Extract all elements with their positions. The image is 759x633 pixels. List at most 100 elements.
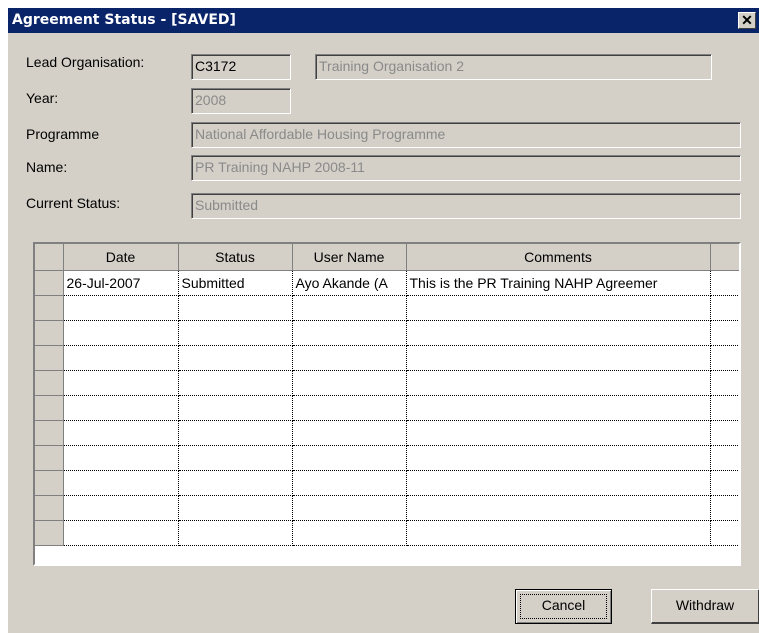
user-name-cell[interactable] bbox=[292, 395, 407, 421]
row-selector[interactable] bbox=[35, 320, 64, 346]
column-header-comments[interactable]: Comments bbox=[406, 244, 711, 271]
date-cell[interactable] bbox=[63, 370, 179, 396]
user-name-cell[interactable]: Ayo Akande (A bbox=[292, 270, 407, 296]
table-row[interactable] bbox=[35, 445, 739, 471]
table-row[interactable] bbox=[35, 395, 739, 421]
status-cell[interactable] bbox=[178, 370, 293, 396]
name-field[interactable]: PR Training NAHP 2008-11 bbox=[190, 154, 742, 182]
extra-cell bbox=[710, 420, 739, 446]
close-icon[interactable]: ✕ bbox=[738, 12, 756, 29]
status-cell[interactable] bbox=[178, 295, 293, 321]
grid-header-row: Date Status User Name Comments bbox=[35, 244, 739, 271]
agreement-status-dialog: Agreement Status - [SAVED] ✕ Lead Organi… bbox=[7, 8, 759, 633]
status-cell[interactable] bbox=[178, 345, 293, 371]
row-selector[interactable] bbox=[35, 445, 64, 471]
user-name-cell[interactable] bbox=[292, 420, 407, 446]
table-row[interactable] bbox=[35, 495, 739, 521]
table-row[interactable] bbox=[35, 520, 739, 546]
status-cell[interactable] bbox=[178, 470, 293, 496]
name-label: Name: bbox=[26, 159, 68, 175]
column-header-extra bbox=[710, 244, 739, 271]
user-name-cell[interactable] bbox=[292, 495, 407, 521]
user-name-cell[interactable] bbox=[292, 445, 407, 471]
row-selector[interactable] bbox=[35, 470, 64, 496]
status-history-grid[interactable]: Date Status User Name Comments 26-Jul-20… bbox=[33, 242, 741, 566]
row-selector[interactable] bbox=[35, 395, 64, 421]
table-row[interactable]: 26-Jul-2007 Submitted Ayo Akande (A This is… bbox=[35, 270, 739, 296]
comments-cell[interactable] bbox=[406, 295, 711, 321]
status-cell[interactable] bbox=[178, 420, 293, 446]
column-header-user-name[interactable]: User Name bbox=[292, 244, 407, 271]
year-label: Year: bbox=[26, 90, 59, 106]
row-selector[interactable] bbox=[35, 420, 64, 446]
programme-field[interactable]: National Affordable Housing Programme bbox=[190, 121, 742, 149]
user-name-cell[interactable] bbox=[292, 295, 407, 321]
column-header-date[interactable]: Date bbox=[63, 244, 179, 271]
table-row[interactable] bbox=[35, 320, 739, 346]
extra-cell bbox=[710, 395, 739, 421]
comments-cell[interactable] bbox=[406, 420, 711, 446]
title-bar[interactable]: Agreement Status - [SAVED] ✕ bbox=[8, 8, 759, 33]
row-selector[interactable] bbox=[35, 370, 64, 396]
status-cell[interactable] bbox=[178, 495, 293, 521]
comments-cell[interactable] bbox=[406, 320, 711, 346]
comments-cell[interactable] bbox=[406, 345, 711, 371]
status-cell[interactable]: Submitted bbox=[178, 270, 293, 296]
date-cell[interactable] bbox=[63, 470, 179, 496]
cancel-button[interactable]: Cancel bbox=[515, 589, 612, 624]
table-row[interactable] bbox=[35, 345, 739, 371]
comments-cell[interactable]: This is the PR Training NAHP Agreemer bbox=[406, 270, 711, 296]
extra-cell bbox=[710, 470, 739, 496]
status-cell[interactable] bbox=[178, 520, 293, 546]
comments-cell[interactable] bbox=[406, 470, 711, 496]
status-history-table: Date Status User Name Comments 26-Jul-20… bbox=[35, 244, 739, 546]
comments-cell[interactable] bbox=[406, 445, 711, 471]
status-cell[interactable] bbox=[178, 395, 293, 421]
extra-cell bbox=[710, 295, 739, 321]
user-name-cell[interactable] bbox=[292, 320, 407, 346]
extra-cell bbox=[710, 270, 739, 296]
lead-organisation-code-field[interactable]: C3172 bbox=[190, 53, 292, 81]
date-cell[interactable] bbox=[63, 320, 179, 346]
date-cell[interactable] bbox=[63, 520, 179, 546]
row-selector[interactable] bbox=[35, 495, 64, 521]
comments-cell[interactable] bbox=[406, 395, 711, 421]
date-cell[interactable] bbox=[63, 345, 179, 371]
user-name-cell[interactable] bbox=[292, 470, 407, 496]
table-row[interactable] bbox=[35, 420, 739, 446]
row-selector[interactable] bbox=[35, 345, 64, 371]
table-row[interactable] bbox=[35, 370, 739, 396]
status-cell[interactable] bbox=[178, 445, 293, 471]
extra-cell bbox=[710, 495, 739, 521]
programme-label: Programme bbox=[26, 126, 100, 142]
row-selector[interactable] bbox=[35, 295, 64, 321]
date-cell[interactable]: 26-Jul-2007 bbox=[63, 270, 179, 296]
row-selector[interactable] bbox=[35, 520, 64, 546]
user-name-cell[interactable] bbox=[292, 520, 407, 546]
user-name-cell[interactable] bbox=[292, 370, 407, 396]
window-title: Agreement Status - [SAVED] bbox=[12, 12, 236, 28]
table-row[interactable] bbox=[35, 295, 739, 321]
table-row[interactable] bbox=[35, 470, 739, 496]
row-selector[interactable] bbox=[35, 270, 64, 296]
date-cell[interactable] bbox=[63, 295, 179, 321]
extra-cell bbox=[710, 370, 739, 396]
comments-cell[interactable] bbox=[406, 495, 711, 521]
current-status-field[interactable]: Submitted bbox=[190, 192, 742, 220]
year-field[interactable]: 2008 bbox=[190, 87, 292, 115]
date-cell[interactable] bbox=[63, 445, 179, 471]
current-status-label: Current Status: bbox=[26, 195, 121, 211]
status-cell[interactable] bbox=[178, 320, 293, 346]
lead-organisation-name-field[interactable]: Training Organisation 2 bbox=[314, 53, 713, 81]
comments-cell[interactable] bbox=[406, 370, 711, 396]
extra-cell bbox=[710, 320, 739, 346]
comments-cell[interactable] bbox=[406, 520, 711, 546]
user-name-cell[interactable] bbox=[292, 345, 407, 371]
row-selector-header bbox=[35, 244, 64, 271]
date-cell[interactable] bbox=[63, 495, 179, 521]
column-header-status[interactable]: Status bbox=[178, 244, 293, 271]
date-cell[interactable] bbox=[63, 420, 179, 446]
withdraw-button[interactable]: Withdraw bbox=[651, 589, 759, 624]
lead-organisation-label: Lead Organisation: bbox=[26, 54, 145, 70]
date-cell[interactable] bbox=[63, 395, 179, 421]
